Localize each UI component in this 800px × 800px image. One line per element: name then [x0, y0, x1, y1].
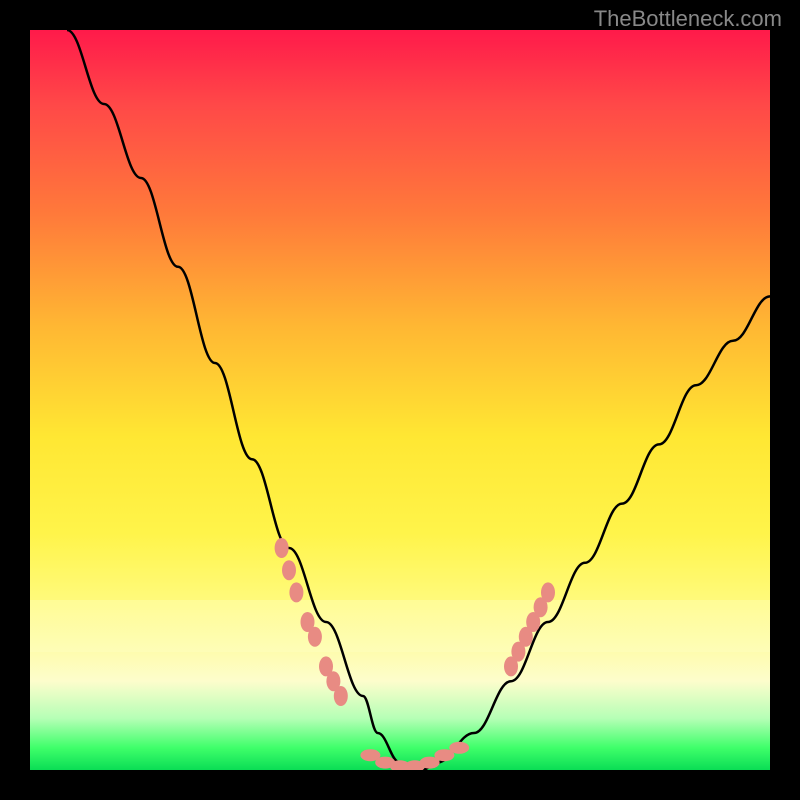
plot-area: [30, 30, 770, 770]
marker-dot: [449, 742, 469, 754]
marker-dot: [275, 538, 289, 558]
bottleneck-curve: [67, 30, 770, 770]
marker-dot: [282, 560, 296, 580]
markers-right: [504, 582, 555, 676]
markers-bottom: [360, 742, 469, 770]
watermark-text: TheBottleneck.com: [594, 6, 782, 32]
marker-dot: [541, 582, 555, 602]
marker-dot: [334, 686, 348, 706]
chart-svg: [30, 30, 770, 770]
marker-dot: [308, 627, 322, 647]
markers-left: [275, 538, 348, 706]
marker-dot: [289, 582, 303, 602]
